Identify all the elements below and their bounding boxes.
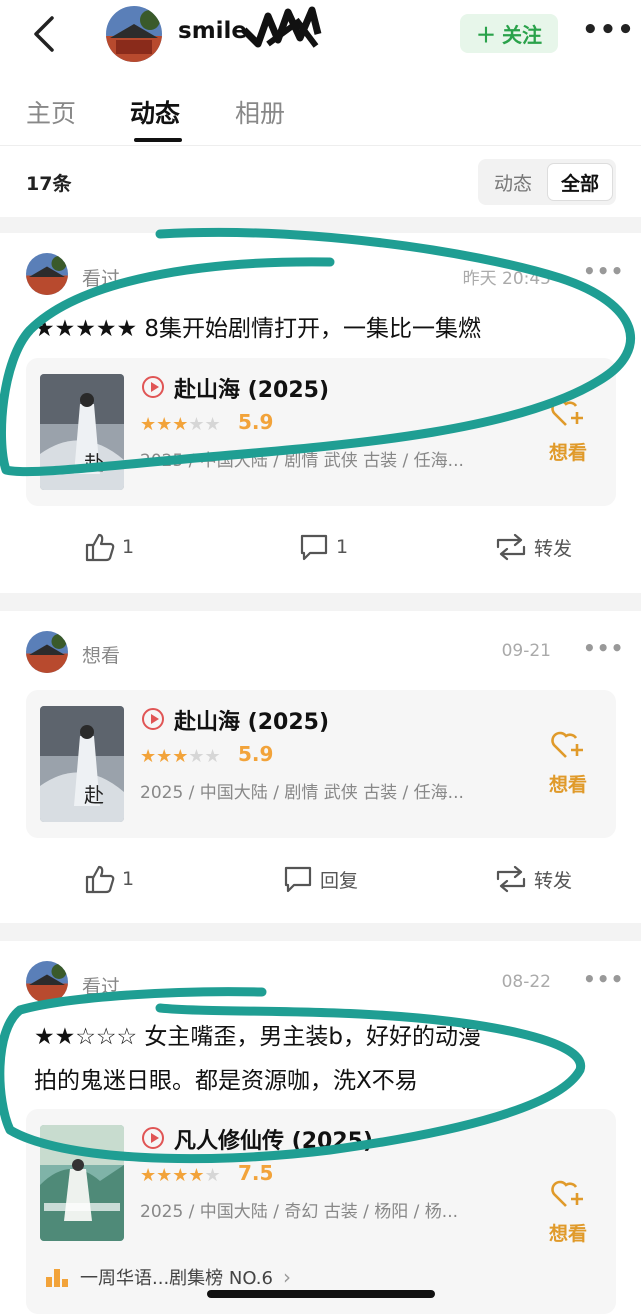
section-divider <box>0 923 641 941</box>
play-icon <box>142 376 164 398</box>
post-text: ★★★★★ 8集开始剧情打开，一集比一集燃 <box>34 316 482 342</box>
follow-label: 关注 <box>502 23 542 47</box>
movie-score: 7.5 <box>238 1161 274 1185</box>
heart-plus-icon <box>551 1180 583 1207</box>
section-divider <box>0 593 641 611</box>
movie-info: 2025 / 中国大陆 / 剧情 武侠 古装 / 任海... <box>140 783 464 803</box>
movie-poster <box>40 1125 124 1241</box>
username: smile <box>178 18 248 44</box>
thumbs-up-icon <box>85 865 115 894</box>
active-tab-indicator <box>134 138 182 142</box>
star-rating: ★★★★★ <box>140 1165 221 1186</box>
thumbs-up-icon <box>85 533 115 562</box>
tab-album[interactable]: 相册 <box>235 94 285 130</box>
movie-card[interactable]: 赴 赴山海 (2025) ★★★★★ 5.9 2025 / 中国大陆 / 剧情 … <box>26 690 616 838</box>
post-text-line-2: 拍的鬼迷日眼。都是资源咖，洗X不易 <box>34 1068 418 1094</box>
ranking-link[interactable]: 一周华语...剧集榜 NO.6 › <box>44 1264 291 1290</box>
post-more-icon[interactable]: ••• <box>583 259 624 283</box>
post-text-line-1: ★★☆☆☆ 女主嘴歪，男主装b，好好的动漫 <box>34 1024 482 1050</box>
post-type: 想看 <box>82 645 121 667</box>
want-to-watch-button[interactable]: 想看 <box>544 398 592 465</box>
post-time: 08-22 <box>501 972 551 992</box>
avatar[interactable] <box>26 961 68 1003</box>
share-button[interactable]: 转发 <box>494 531 572 563</box>
comment-icon <box>300 534 328 561</box>
comment-icon <box>284 866 312 893</box>
filter-feed-option[interactable]: 动态 <box>480 163 546 201</box>
post-actions: 1 回复 转发 <box>0 863 641 903</box>
reply-label: 回复 <box>320 869 359 892</box>
share-label: 转发 <box>534 869 573 892</box>
feed-post: 看过 昨天 20:45 ••• ★★★★★ 8集开始剧情打开，一集比一集燃 赴 … <box>0 233 641 593</box>
want-label: 想看 <box>548 774 587 796</box>
repost-icon <box>496 865 526 893</box>
back-icon[interactable] <box>28 14 62 54</box>
ranking-chart-icon <box>46 1269 68 1287</box>
movie-info: 2025 / 中国大陆 / 剧情 武侠 古装 / 任海... <box>140 451 464 471</box>
feed-post: 想看 09-21 ••• 赴 赴山海 (2025) ★★★★★ 5.9 2025… <box>0 611 641 923</box>
avatar[interactable] <box>26 253 68 295</box>
repost-icon <box>496 533 526 561</box>
plus-icon: ＋ <box>476 23 496 47</box>
comment-button[interactable]: 1 <box>298 531 348 563</box>
redaction-scribble <box>238 4 324 54</box>
section-divider <box>0 217 641 233</box>
want-to-watch-button[interactable]: 想看 <box>544 730 592 797</box>
movie-card[interactable]: 赴 赴山海 (2025) ★★★★★ 5.9 2025 / 中国大陆 / 剧情 … <box>26 358 616 506</box>
post-more-icon[interactable]: ••• <box>583 636 624 660</box>
tab-home[interactable]: 主页 <box>26 94 76 130</box>
ranking-label: 一周华语...剧集榜 NO.6 <box>80 1268 273 1289</box>
svg-text:赴: 赴 <box>84 783 104 807</box>
like-button[interactable]: 1 <box>84 531 134 563</box>
feed-post: 看过 08-22 ••• ★★☆☆☆ 女主嘴歪，男主装b，好好的动漫 拍的鬼迷日… <box>0 941 641 1314</box>
heart-plus-icon <box>551 399 583 426</box>
post-type: 看过 <box>82 976 121 998</box>
reply-button[interactable]: 回复 <box>282 863 358 895</box>
like-count: 1 <box>122 536 135 558</box>
movie-title: 赴山海 (2025) <box>174 710 329 735</box>
post-time: 昨天 20:45 <box>462 269 551 289</box>
post-count: 17条 <box>26 173 72 195</box>
play-icon <box>142 1127 164 1149</box>
movie-poster: 赴 <box>40 706 124 822</box>
want-label: 想看 <box>548 1223 587 1245</box>
more-icon[interactable]: ••• <box>582 17 634 46</box>
star-rating: ★★★★★ <box>140 414 221 435</box>
movie-poster: 赴 <box>40 374 124 490</box>
home-indicator[interactable] <box>207 1290 435 1298</box>
movie-score: 5.9 <box>238 742 274 766</box>
share-label: 转发 <box>534 537 573 560</box>
like-count: 1 <box>122 868 135 890</box>
post-type: 看过 <box>82 268 121 290</box>
profile-header: smile ＋ 关注 ••• <box>0 0 641 76</box>
follow-button[interactable]: ＋ 关注 <box>460 14 558 53</box>
post-time: 09-21 <box>501 641 551 661</box>
movie-info: 2025 / 中国大陆 / 奇幻 古装 / 杨阳 / 杨... <box>140 1202 459 1222</box>
feed-toolbar: 17条 动态 全部 <box>0 147 641 217</box>
want-to-watch-button[interactable]: 想看 <box>544 1179 592 1246</box>
share-button[interactable]: 转发 <box>494 863 572 895</box>
post-actions: 1 1 转发 <box>0 531 641 571</box>
avatar[interactable] <box>106 6 162 62</box>
heart-plus-icon <box>551 731 583 758</box>
play-icon <box>142 708 164 730</box>
comment-count: 1 <box>336 536 349 558</box>
want-label: 想看 <box>548 442 587 464</box>
filter-segmented-control: 动态 全部 <box>478 159 616 205</box>
like-button[interactable]: 1 <box>84 863 134 895</box>
movie-title: 赴山海 (2025) <box>174 378 329 403</box>
svg-text:赴: 赴 <box>84 451 104 475</box>
movie-score: 5.9 <box>238 410 274 434</box>
post-more-icon[interactable]: ••• <box>583 967 624 991</box>
chevron-right-icon: › <box>282 1265 291 1289</box>
tab-feed[interactable]: 动态 <box>130 94 180 130</box>
profile-tabs: 主页 动态 相册 <box>0 86 641 146</box>
filter-all-option[interactable]: 全部 <box>547 163 613 201</box>
avatar[interactable] <box>26 631 68 673</box>
star-rating: ★★★★★ <box>140 746 221 767</box>
movie-title: 凡人修仙传 (2025) <box>174 1129 373 1154</box>
